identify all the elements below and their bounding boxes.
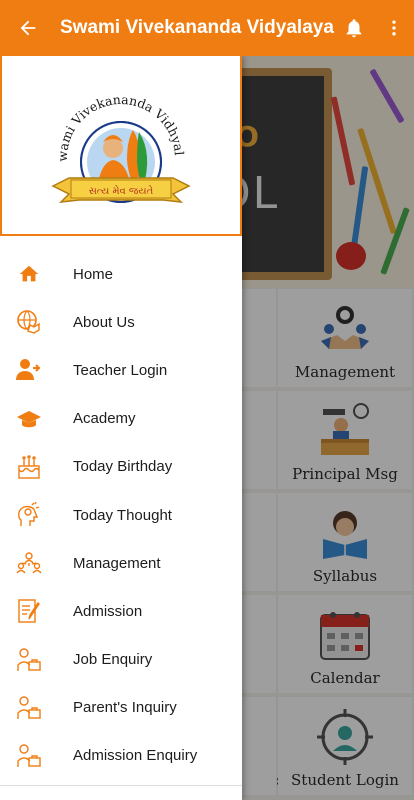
admission-form-icon [15, 597, 43, 625]
app-bar: Swami Vivekananda Vidyalaya [0, 0, 414, 56]
menu-item-about-us[interactable]: About Us [0, 298, 242, 346]
home-icon [15, 260, 43, 288]
drawer-menu: Home About Us Teacher Login Academy Toda… [0, 236, 242, 780]
admission-enquiry-icon [15, 742, 43, 770]
menu-item-today-thought[interactable]: Today Thought [0, 491, 242, 539]
parent-inquiry-icon [15, 694, 43, 722]
menu-item-label: Admission [73, 602, 143, 620]
app-title: Swami Vivekananda Vidyalaya [60, 17, 334, 38]
menu-item-label: Academy [73, 410, 136, 428]
menu-item-label: About Us [73, 313, 135, 331]
navigation-drawer: Swami Vivekananda Vidhyalay સત્ય મેવ જયત… [0, 56, 242, 800]
globe-hand-icon [15, 308, 43, 336]
more-vertical-icon [392, 20, 396, 36]
drawer-divider [0, 785, 242, 786]
menu-item-admission-enquiry[interactable]: Admission Enquiry [0, 732, 242, 780]
job-enquiry-icon [15, 646, 43, 674]
menu-item-parents-inquiry[interactable]: Parent's Inquiry [0, 684, 242, 732]
menu-item-academy[interactable]: Academy [0, 395, 242, 443]
thought-head-icon [15, 501, 43, 529]
menu-item-label: Parent's Inquiry [73, 699, 177, 717]
user-login-icon [15, 356, 43, 384]
menu-item-admission[interactable]: Admission [0, 587, 242, 635]
menu-item-home[interactable]: Home [0, 250, 242, 298]
more-options-button[interactable] [374, 0, 414, 56]
menu-item-today-birthday[interactable]: Today Birthday [0, 443, 242, 491]
birthday-cake-icon [15, 453, 43, 481]
management-icon [15, 549, 43, 577]
school-logo: Swami Vivekananda Vidhyalay સત્ય મેવ જયત… [36, 58, 201, 220]
notification-button[interactable] [334, 0, 374, 56]
menu-item-label: Today Birthday [73, 458, 173, 476]
menu-item-management[interactable]: Management [0, 539, 242, 587]
menu-item-label: Home [73, 265, 114, 283]
graduation-cap-icon [15, 405, 43, 433]
menu-item-job-enquiry[interactable]: Job Enquiry [0, 636, 242, 684]
menu-item-label: Teacher Login [73, 361, 168, 379]
arrow-left-icon [20, 20, 36, 36]
drawer-header: Swami Vivekananda Vidhyalay સત્ય મેવ જયત… [0, 56, 242, 236]
menu-item-label: Admission Enquiry [73, 747, 198, 765]
svg-text:સત્ય મેવ જયતે: સત્ય મેવ જયતે [89, 184, 154, 197]
menu-item-label: Management [73, 554, 161, 572]
bell-icon [346, 19, 362, 38]
school-logo-image: Swami Vivekananda Vidhyalay સત્ય મેવ જયત… [36, 58, 191, 203]
menu-item-teacher-login[interactable]: Teacher Login [0, 346, 242, 394]
back-button[interactable] [0, 0, 56, 56]
menu-item-label: Today Thought [73, 506, 172, 524]
menu-item-label: Job Enquiry [73, 651, 153, 669]
